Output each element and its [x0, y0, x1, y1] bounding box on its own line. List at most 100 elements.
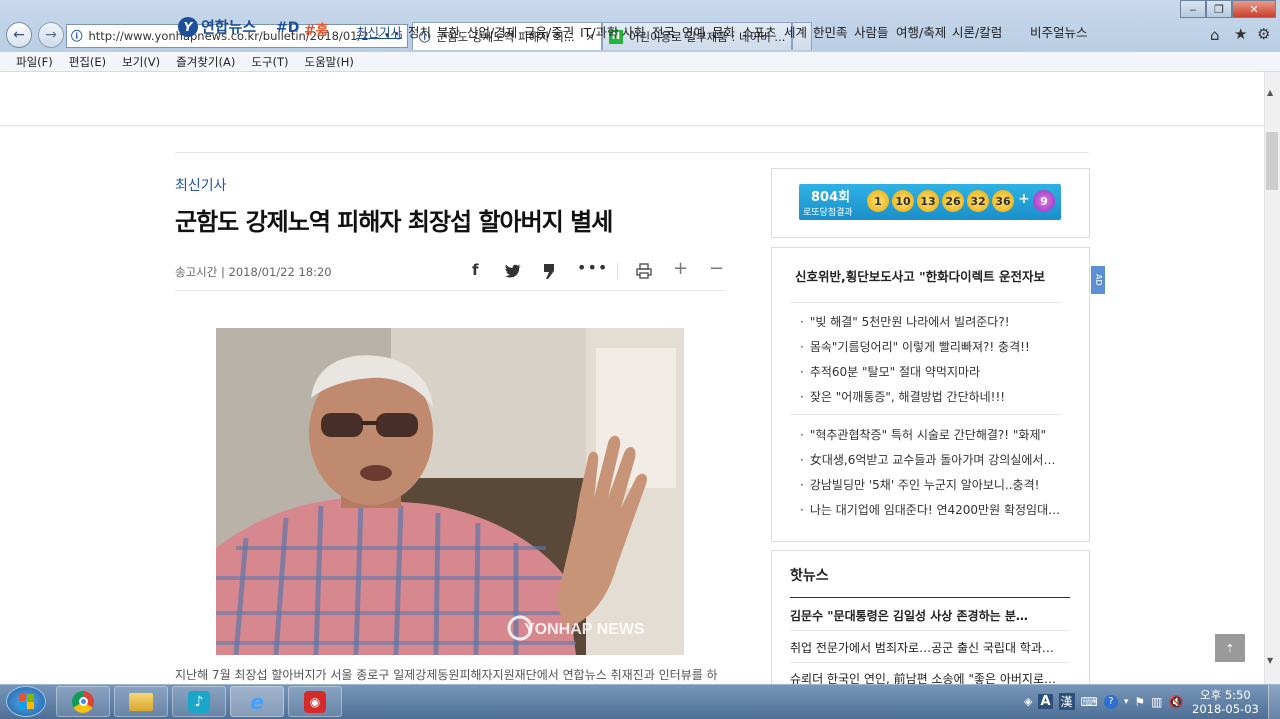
forward-button[interactable]: →	[38, 22, 64, 48]
ad-divider-1	[790, 302, 1062, 303]
nav-entertainment[interactable]: 연예	[682, 22, 705, 41]
menu-favorites[interactable]: 즐겨찾기(A)	[176, 54, 235, 70]
home-icon[interactable]: ⌂	[1210, 26, 1220, 44]
ad-link[interactable]: 몸속"기름덩어리" 이렇게 빨리빠져?! 충격!!	[800, 338, 1030, 355]
site-header	[0, 72, 1264, 126]
twitter-share-icon[interactable]	[505, 264, 521, 278]
nav-korean[interactable]: 한민족	[813, 22, 848, 41]
nav-opinion[interactable]: 시론/칼럼	[952, 22, 1002, 41]
scroll-thumb[interactable]	[1266, 132, 1278, 190]
nav-finance[interactable]: 금융/증권	[524, 22, 574, 41]
app-taskbar-icon[interactable]: ◉	[288, 686, 342, 717]
menu-help[interactable]: 도움말(H)	[305, 54, 354, 70]
ad-badge[interactable]: AD	[1091, 266, 1105, 294]
hot-news-divider	[790, 597, 1070, 598]
nav-visual[interactable]: 비주얼뉴스	[1030, 22, 1088, 41]
nav-politics[interactable]: 정치	[408, 22, 431, 41]
scroll-down-icon[interactable]: ▼	[1267, 656, 1273, 665]
nav-it[interactable]: IT/과학	[580, 22, 619, 41]
nav-sports[interactable]: 스포츠	[742, 22, 777, 41]
back-button[interactable]: ←	[6, 22, 32, 48]
lotto-label: 로또당첨결과	[803, 208, 853, 218]
ie-page-icon: ⓘ	[71, 29, 83, 43]
hot-news-item[interactable]: 취업 전문가에서 범죄자로…공군 출신 국립대 학과…	[790, 639, 1054, 656]
menu-file[interactable]: 파일(F)	[16, 54, 53, 70]
article-photo: YONHAP NEWS	[216, 328, 684, 655]
lotto-ball: 36	[992, 190, 1014, 212]
volume-muted-icon[interactable]: 🔇	[1169, 695, 1184, 709]
lotto-ball: 13	[917, 190, 939, 212]
hot-news-item[interactable]: 김문수 "문대통령은 김일성 사상 존경하는 분…	[790, 607, 1028, 624]
nav-world[interactable]: 세계	[784, 22, 807, 41]
lotto-plus: +	[1018, 191, 1030, 207]
maximize-button[interactable]: ❐	[1206, 0, 1232, 18]
flag-icon[interactable]: ⚑	[1134, 695, 1145, 709]
minimize-button[interactable]: ‒	[1180, 0, 1206, 18]
menu-view[interactable]: 보기(V)	[122, 54, 160, 70]
lotto-banner[interactable]: 804회 로또당첨결과 1 10 13 26 32 36 + 9	[799, 184, 1061, 220]
nav-people[interactable]: 사람들	[854, 22, 889, 41]
ad-link[interactable]: "혁추관협착증" 특허 시술로 간단해결?! "화제"	[800, 426, 1046, 443]
photo-watermark: YONHAP NEWS	[524, 621, 645, 638]
nav-economy[interactable]: 산업/경제	[467, 22, 517, 41]
keyboard-icon[interactable]: ⌨	[1081, 695, 1098, 709]
bookmark-share-icon[interactable]	[544, 264, 554, 279]
ie-taskbar-icon[interactable]: e	[230, 686, 284, 717]
section-label[interactable]: 최신기사	[175, 175, 227, 195]
nav-society[interactable]: 사회	[622, 22, 645, 41]
menu-edit[interactable]: 편집(E)	[69, 54, 106, 70]
facebook-share-icon[interactable]: f	[472, 261, 479, 279]
system-tray: ◈ A 漢 ⌨ ? ▾ ⚑ ▥ 🔇	[1024, 686, 1194, 717]
arrow-left-icon: ←	[13, 27, 25, 43]
more-icon[interactable]: •••	[577, 258, 608, 277]
ad-link[interactable]: 추적60분 "탈모" 절대 약먹지마라	[800, 363, 980, 380]
ad-link[interactable]: "빚 해결" 5천만원 나라에서 빌려준다?!	[800, 313, 1010, 330]
help-icon[interactable]: ?	[1103, 694, 1118, 709]
menu-tools[interactable]: 도구(T)	[251, 54, 288, 70]
nav-culture[interactable]: 문화	[712, 22, 735, 41]
ime-mode-icon[interactable]: A	[1038, 694, 1053, 709]
tray-expand-icon[interactable]: ▾	[1124, 697, 1129, 707]
lotto-bonus-ball: 9	[1033, 190, 1055, 212]
show-desktop-button[interactable]	[1268, 685, 1280, 719]
lotto-ball: 32	[967, 190, 989, 212]
start-button[interactable]	[6, 686, 46, 717]
ad-link[interactable]: 女대생,6억받고 교수들과 돌아가며 강의실에서…	[800, 451, 1056, 468]
zoom-out-icon[interactable]: −	[709, 258, 724, 279]
print-icon[interactable]	[636, 263, 652, 279]
meta-divider	[175, 290, 725, 291]
ad-divider-2	[790, 414, 1062, 415]
chrome-taskbar-icon[interactable]	[56, 686, 110, 717]
network-icon[interactable]: ▥	[1151, 695, 1162, 709]
photo-caption: 지난해 7월 최장섭 할아버지가 서울 종로구 일제강제동원피해자지원재단에서 …	[175, 668, 718, 682]
ad-link[interactable]: 나는 대기업에 임대준다! 연4200만원 확정임대…	[800, 501, 1060, 518]
nav-travel[interactable]: 여행/축제	[896, 22, 946, 41]
scroll-to-top-button[interactable]: ⇡	[1215, 634, 1245, 662]
hanja-icon[interactable]: 漢	[1058, 693, 1075, 710]
nav-national[interactable]: 전국	[652, 22, 675, 41]
music-taskbar-icon[interactable]: ♪	[172, 686, 226, 717]
nav-northkorea[interactable]: 북한	[437, 22, 460, 41]
favorites-star-icon[interactable]: ★	[1234, 25, 1247, 43]
ad-link[interactable]: 강남빌딩만 '5채' 주인 누군지 알아보니..충격!	[800, 476, 1040, 493]
zoom-in-icon[interactable]: +	[673, 258, 688, 279]
lotto-ball: 1	[867, 190, 889, 212]
scroll-up-icon[interactable]: ▲	[1267, 88, 1273, 97]
nav-latest[interactable]: 최신기사	[356, 22, 402, 41]
close-button[interactable]: ✕	[1232, 0, 1276, 18]
windows-logo-icon	[18, 694, 34, 709]
yonhap-logo[interactable]: Y 연합뉴스	[178, 16, 256, 37]
ad-box-title[interactable]: 신호위반,횡단보도사고 "한화다이렉트 운전자보	[795, 266, 1045, 285]
gear-icon[interactable]: ⚙	[1257, 25, 1270, 43]
article-headline: 군함도 강제노역 피해자 최장섭 할아버지 별세	[175, 208, 613, 236]
language-icon[interactable]: ◈	[1024, 695, 1032, 708]
explorer-taskbar-icon[interactable]	[114, 686, 168, 717]
logo-text: 연합뉴스	[201, 18, 257, 36]
lotto-ball: 10	[892, 190, 914, 212]
article-meta: 송고시간 | 2018/01/22 18:20	[175, 265, 332, 279]
clock-time[interactable]: 오후 5:50	[1200, 687, 1251, 703]
tag-h[interactable]: #흥	[304, 20, 329, 40]
ad-link[interactable]: 잦은 "어깨통증", 해결방법 간단하네!!!	[800, 388, 1005, 405]
tag-d[interactable]: #D	[276, 20, 299, 36]
clock-date[interactable]: 2018-05-03	[1192, 702, 1259, 716]
